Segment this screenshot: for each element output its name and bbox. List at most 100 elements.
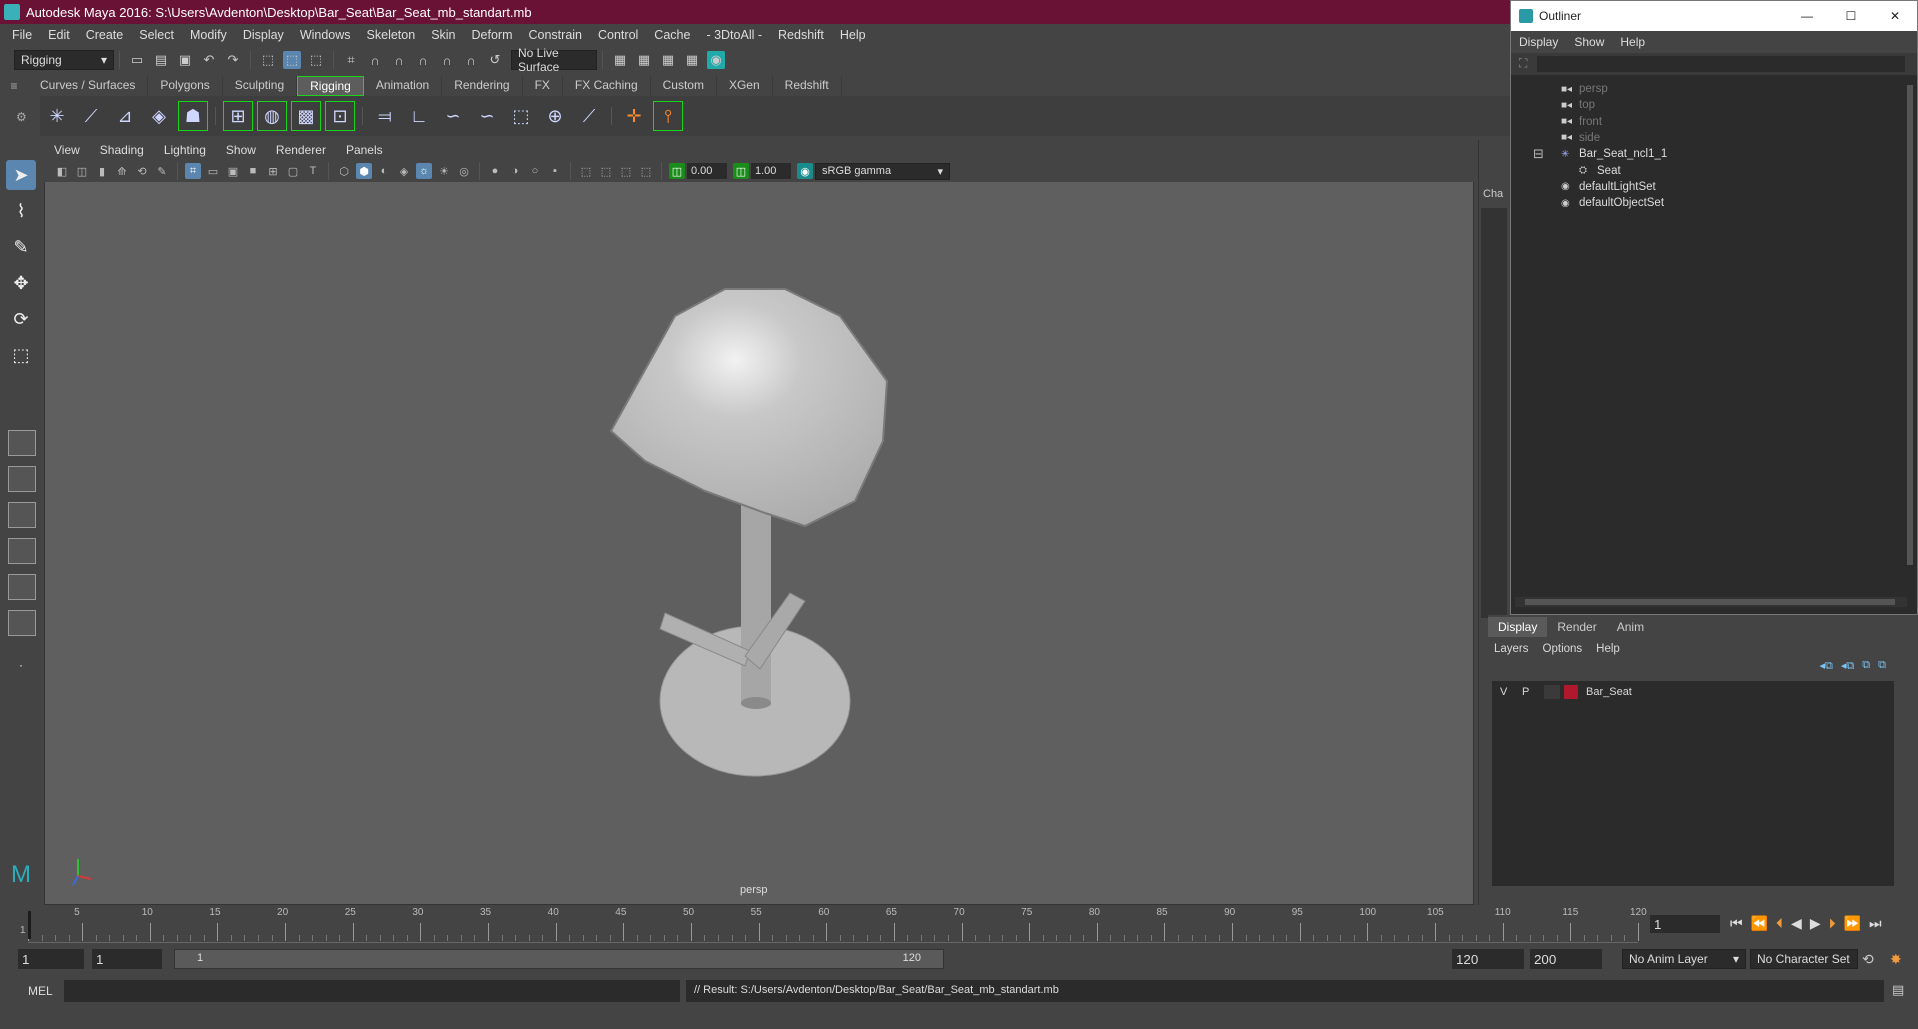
layer-color-swatch[interactable] <box>1564 685 1578 699</box>
depth-of-field-icon[interactable]: ▪ <box>547 163 563 179</box>
move-layer-up-icon[interactable]: ◂⧉ <box>1820 659 1833 673</box>
live-surface-field[interactable]: No Live Surface <box>511 46 597 74</box>
shelf-tab-sculpting[interactable]: Sculpting <box>223 75 298 96</box>
layer-tab-display[interactable]: Display <box>1488 617 1548 637</box>
time-slider[interactable]: 1 5 10 15 20 25 30 35 40 45 50 55 60 65 70 75 80 85 90 95 10… <box>0 905 1918 943</box>
playback-end-field[interactable] <box>1452 949 1524 969</box>
layout-menu-icon[interactable]: · <box>6 650 36 680</box>
render-view-icon[interactable]: ▦ <box>683 51 701 69</box>
shelf-tab-xgen[interactable]: XGen <box>717 75 773 96</box>
shadows-icon[interactable]: ☀ <box>436 163 452 179</box>
maximize-icon[interactable]: ☐ <box>1829 9 1873 23</box>
wireframe-on-shaded-icon[interactable]: ◐ <box>376 163 392 179</box>
layer-row[interactable]: V P Bar_Seat <box>1492 681 1894 703</box>
point-constraint-icon[interactable]: ∟ <box>404 101 434 131</box>
motion-blur-icon[interactable]: ◑ <box>507 163 523 179</box>
snap-point-icon[interactable]: ∩ <box>390 51 408 69</box>
open-scene-icon[interactable]: ▤ <box>152 51 170 69</box>
shelf-tab-fx-caching[interactable]: FX Caching <box>563 75 651 96</box>
smooth-shade-icon[interactable]: ⬢ <box>356 163 372 179</box>
scale-tool-icon[interactable]: ⬚ <box>6 340 36 370</box>
menu-display[interactable]: Display <box>235 28 292 42</box>
xray-joints-icon[interactable]: ⬚ <box>598 163 614 179</box>
scene-start-field[interactable] <box>18 949 84 969</box>
viewport-menu-panels[interactable]: Panels <box>336 143 393 157</box>
viewport-menu-renderer[interactable]: Renderer <box>266 143 336 157</box>
select-object-icon[interactable]: ⬚ <box>283 51 301 69</box>
shelf-tab-custom[interactable]: Custom <box>651 75 717 96</box>
render-settings-icon[interactable]: ▦ <box>611 51 629 69</box>
step-forward-frame-icon[interactable]: ⏵ <box>1829 915 1836 932</box>
scale-constraint-icon[interactable]: ⬚ <box>506 101 536 131</box>
shelf-tab-polygons[interactable]: Polygons <box>148 75 223 96</box>
bookmark-icon[interactable]: ▮ <box>94 163 110 179</box>
quick-rig-icon[interactable]: ☗ <box>178 101 208 131</box>
script-editor-icon[interactable]: ▤ <box>1892 982 1904 998</box>
shelf-tab-fx[interactable]: FX <box>523 75 563 96</box>
snap-view-icon[interactable]: ∩ <box>414 51 432 69</box>
scene-end-field[interactable] <box>1530 949 1602 969</box>
textured-icon[interactable]: ◈ <box>396 163 412 179</box>
joint-tool-icon[interactable]: ✳ <box>42 101 72 131</box>
undo-icon[interactable]: ↶ <box>200 51 218 69</box>
outliner-menu-show[interactable]: Show <box>1566 35 1612 49</box>
render-frame-icon[interactable]: ▦ <box>635 51 653 69</box>
outliner-hscrollbar[interactable] <box>1515 597 1907 607</box>
menu-edit[interactable]: Edit <box>40 28 78 42</box>
playback-start-field[interactable] <box>92 949 162 969</box>
layer-tab-render[interactable]: Render <box>1547 617 1606 637</box>
snap-grid-icon[interactable]: ⌗ <box>342 51 360 69</box>
antialias-icon[interactable]: ○ <box>527 163 543 179</box>
ik-spline-icon[interactable]: ⊿ <box>110 101 140 131</box>
aim-constraint-icon[interactable]: ∽ <box>472 101 502 131</box>
shelf-menu-icon[interactable]: ≡ <box>0 79 28 93</box>
grid-icon[interactable]: ⌗ <box>185 163 201 179</box>
menu-modify[interactable]: Modify <box>182 28 235 42</box>
layer-tab-anim[interactable]: Anim <box>1607 617 1654 637</box>
menu-control[interactable]: Control <box>590 28 646 42</box>
bar-seat-model[interactable] <box>609 288 889 777</box>
script-language-label[interactable]: MEL <box>28 984 53 998</box>
snap-surface-icon[interactable]: ∩ <box>438 51 456 69</box>
channel-box-tab[interactable]: Cha <box>1479 188 1508 200</box>
outliner-menu-display[interactable]: Display <box>1511 35 1566 49</box>
go-to-end-icon[interactable]: ⏭ <box>1869 915 1882 932</box>
history-icon[interactable]: ↺ <box>486 51 504 69</box>
menu-select[interactable]: Select <box>131 28 182 42</box>
cluster-icon[interactable]: ⊡ <box>325 101 355 131</box>
outliner-vscrollbar[interactable] <box>1905 81 1915 581</box>
persp-graph-layout-icon[interactable] <box>8 538 36 564</box>
orient-constraint-icon[interactable]: ∽ <box>438 101 468 131</box>
menuset-dropdown[interactable]: Rigging ▾ <box>14 50 114 70</box>
rotate-tool-icon[interactable]: ⟳ <box>6 304 36 334</box>
make-live-icon[interactable]: ∩ <box>462 51 480 69</box>
select-component-icon[interactable]: ⬚ <box>307 51 325 69</box>
character-set-dropdown[interactable]: No Character Set <box>1750 949 1858 969</box>
parent-constraint-icon[interactable]: ⫤ <box>370 101 400 131</box>
color-management-icon[interactable]: ◉ <box>797 163 813 179</box>
move-tool-icon[interactable]: ✥ <box>6 268 36 298</box>
pole-vector-icon[interactable]: ⊕ <box>540 101 570 131</box>
custom-layout-icon[interactable] <box>8 610 36 636</box>
layer-menu-layers[interactable]: Layers <box>1494 643 1529 655</box>
ik-fk-icon[interactable]: ⟋ <box>574 101 604 131</box>
snap-curve-icon[interactable]: ∩ <box>366 51 384 69</box>
hypershade-icon[interactable]: ◉ <box>707 51 725 69</box>
anim-prefs-icon[interactable]: ✸ <box>1890 951 1902 968</box>
ipr-render-icon[interactable]: ▦ <box>659 51 677 69</box>
current-time-marker[interactable] <box>28 911 31 939</box>
isolate-select-icon[interactable]: ⬚ <box>578 163 594 179</box>
shelf-tab-curves-surfaces[interactable]: Curves / Surfaces <box>28 75 149 96</box>
grease-pencil-icon[interactable]: ✎ <box>154 163 170 179</box>
outliner-search-input[interactable] <box>1537 56 1905 72</box>
move-layer-down-icon[interactable]: ◂⧉ <box>1841 659 1854 673</box>
smooth-bind-icon[interactable]: ◍ <box>257 101 287 131</box>
outliner-menu-help[interactable]: Help <box>1612 35 1653 49</box>
xray-icon[interactable]: ◎ <box>456 163 472 179</box>
command-input[interactable] <box>64 980 680 1002</box>
menu-3dtoall[interactable]: - 3DtoAll - <box>698 28 770 42</box>
layer-menu-options[interactable]: Options <box>1543 643 1583 655</box>
playback-toggle[interactable]: P <box>1522 686 1544 698</box>
auto-key-icon[interactable]: ⟲ <box>1862 951 1874 968</box>
shelf-tab-redshift[interactable]: Redshift <box>773 75 842 96</box>
